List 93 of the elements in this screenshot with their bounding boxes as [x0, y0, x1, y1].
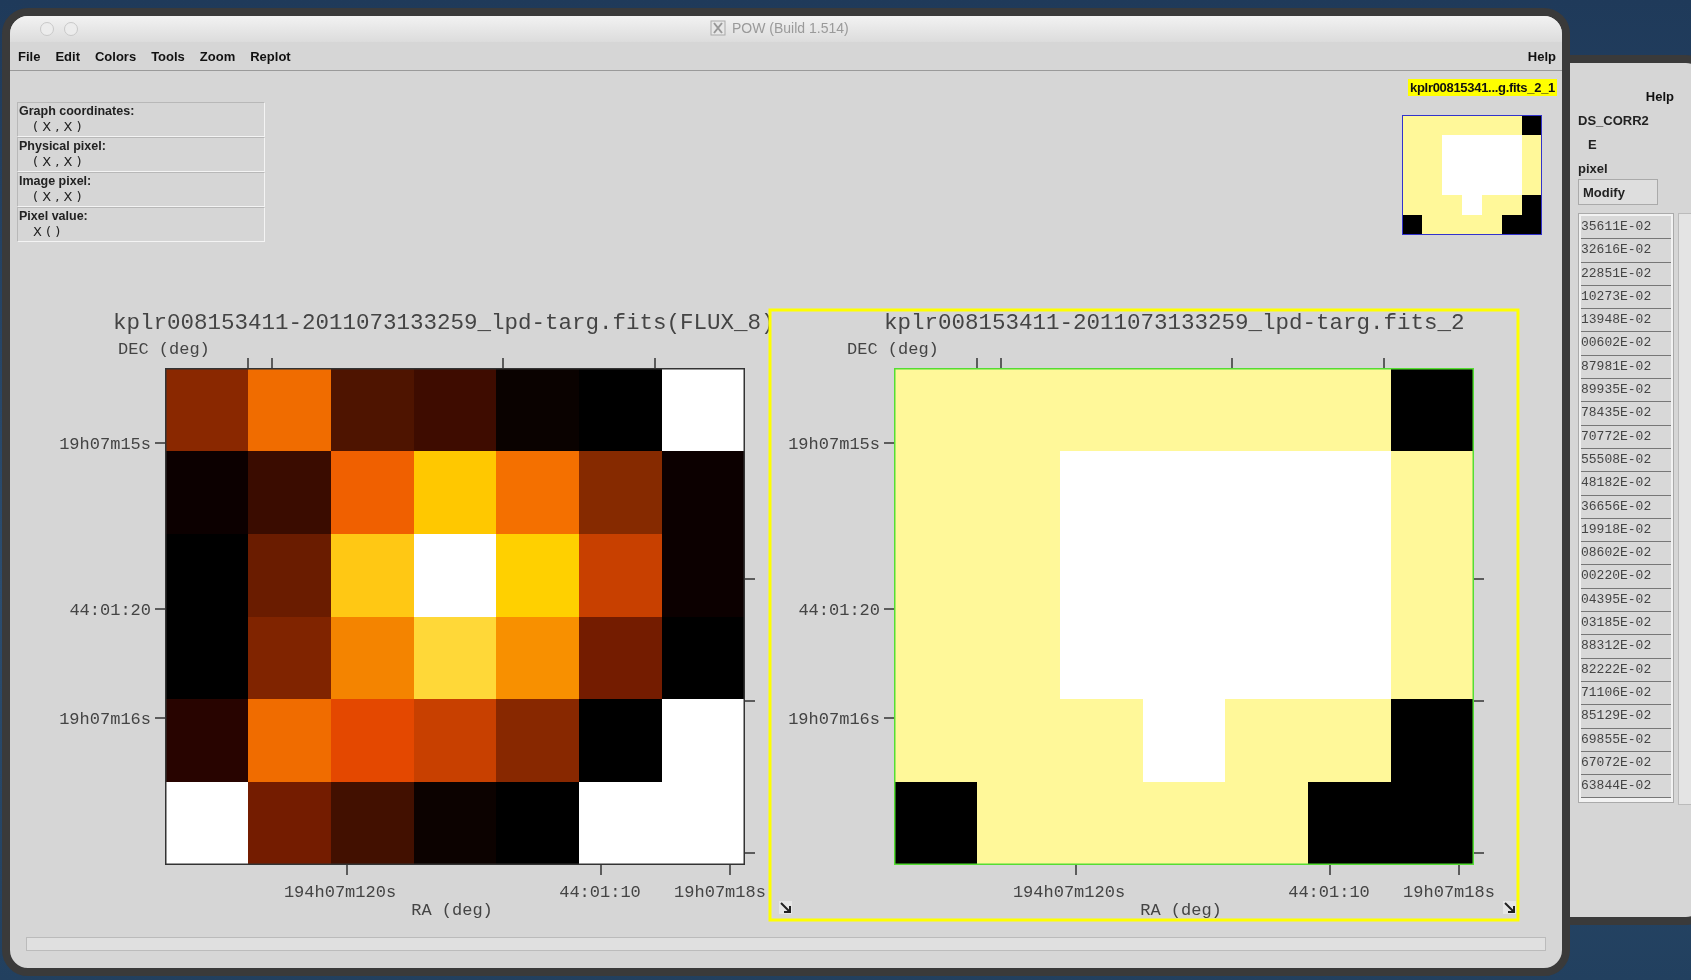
tick-mark — [976, 357, 978, 369]
tick-mark — [883, 442, 895, 444]
info-field: Image pixel: ( X , X ) — [17, 172, 265, 207]
tick-mark — [154, 717, 166, 719]
tick-label: 19h07m18s — [674, 883, 766, 902]
pixel-image[interactable] — [165, 368, 745, 865]
plot-title: kplr008153411-2011073133259_lpd-targ.fits_2 — [884, 310, 1465, 336]
tick-mark — [744, 700, 756, 702]
table-cell: 67072E-02 — [1581, 751, 1671, 776]
info-field: Physical pixel: ( X , X ) — [17, 137, 265, 172]
tick-label: 19h07m18s — [1403, 883, 1495, 902]
tick-label: 194h07m120s — [1012, 883, 1126, 902]
axis-label: RA (deg) — [411, 901, 493, 920]
tick-mark — [346, 864, 348, 876]
modify-button[interactable]: Modify — [1578, 179, 1658, 205]
menu-item[interactable]: Zoom — [199, 48, 236, 64]
table-cell: 00602E-02 — [1581, 332, 1671, 356]
tick-label: 44:01:20 — [69, 601, 151, 620]
tick-label: 44:01:10 — [559, 883, 641, 902]
tick-mark — [502, 357, 504, 369]
tick-label: 19h07m15s — [59, 435, 151, 454]
window-title: POW (Build 1.514) — [732, 20, 849, 36]
tick-mark — [883, 608, 895, 610]
table-cell: 04395E-02 — [1581, 588, 1671, 613]
table-cell: 88312E-02 — [1581, 635, 1671, 659]
thumbnail-image[interactable] — [1402, 115, 1542, 235]
table-cell: 71106E-02 — [1581, 681, 1671, 706]
tick-mark — [744, 578, 756, 580]
table-cell: 22851E-02 — [1581, 262, 1671, 286]
tick-label: 19h07m15s — [788, 435, 880, 454]
table-cell: 13948E-02 — [1581, 309, 1671, 333]
tick-mark — [271, 357, 273, 369]
column-name: DS_CORR2 — [1578, 113, 1649, 128]
menu-item[interactable]: Help — [1527, 48, 1556, 64]
tick-mark — [154, 442, 166, 444]
graph-label: kplr00815341...g.fits_2_1 — [1408, 79, 1557, 96]
table-cell: 89935E-02 — [1581, 379, 1671, 403]
tick-label: 19h07m16s — [59, 710, 151, 729]
menu-item[interactable]: Replot — [250, 48, 291, 64]
tick-label: 44:01:20 — [798, 601, 880, 620]
table-cell: 48182E-02 — [1581, 472, 1671, 496]
tick-mark — [744, 852, 756, 854]
tick-label: 44:01:10 — [1288, 883, 1370, 902]
axis-label: DEC (deg) — [847, 340, 939, 359]
table-cell: 69855E-02 — [1581, 728, 1671, 752]
info-field: Pixel value: X ( ) — [17, 207, 265, 242]
table-cell: 85129E-02 — [1581, 705, 1671, 729]
table-cell: 63844E-02 — [1581, 775, 1671, 799]
resize-icon[interactable] — [1503, 901, 1516, 914]
table-cell: 19918E-02 — [1581, 518, 1671, 543]
table-cell: 70772E-02 — [1581, 425, 1671, 449]
table-cell: 03185E-02 — [1581, 612, 1671, 636]
table-cell: 36656E-02 — [1581, 495, 1671, 519]
resize-icon[interactable] — [779, 901, 792, 914]
tick-mark — [1473, 578, 1485, 580]
axis-label: RA (deg) — [1140, 901, 1222, 920]
tick-mark — [1329, 864, 1331, 876]
tick-mark — [600, 864, 602, 876]
menu-item[interactable]: Help — [1645, 89, 1674, 104]
axis-label: DEC (deg) — [118, 340, 210, 359]
tick-mark — [1458, 864, 1460, 876]
tick-mark — [1231, 357, 1233, 369]
menu-item[interactable]: Colors — [94, 48, 137, 64]
tick-mark — [154, 608, 166, 610]
table-cell: 00220E-02 — [1581, 565, 1671, 589]
table-cell: 78435E-02 — [1581, 402, 1671, 426]
table-cell: 08602E-02 — [1581, 542, 1671, 566]
table-cell: 55508E-02 — [1581, 448, 1671, 473]
menu-item[interactable]: Tools — [151, 48, 185, 64]
menu-item[interactable]: File — [18, 48, 41, 64]
tick-mark — [883, 717, 895, 719]
tick-mark — [247, 357, 249, 369]
tick-mark — [1000, 357, 1002, 369]
table-cell: 82222E-02 — [1581, 658, 1671, 682]
table-cell: 35611E-02 — [1581, 216, 1671, 240]
tick-label: 19h07m16s — [788, 710, 880, 729]
table-cell: 32616E-02 — [1581, 239, 1671, 263]
tick-mark — [1075, 864, 1077, 876]
table-cell: 10273E-02 — [1581, 285, 1671, 310]
tick-mark — [1383, 357, 1385, 369]
info-field: Graph coordinates: ( X , X ) — [17, 102, 265, 137]
label-text: pixel — [1578, 161, 1608, 176]
scrollbar[interactable] — [26, 937, 1546, 951]
label-text: E — [1588, 137, 1597, 152]
scrollbar[interactable] — [1678, 213, 1691, 805]
menu-item[interactable]: Edit — [55, 48, 80, 64]
x-logo-icon — [710, 20, 726, 36]
tick-label: 194h07m120s — [283, 883, 397, 902]
tick-mark — [729, 864, 731, 876]
table-cell: 87981E-02 — [1581, 355, 1671, 380]
tick-mark — [654, 357, 656, 369]
tick-mark — [1473, 852, 1485, 854]
tick-mark — [1473, 700, 1485, 702]
